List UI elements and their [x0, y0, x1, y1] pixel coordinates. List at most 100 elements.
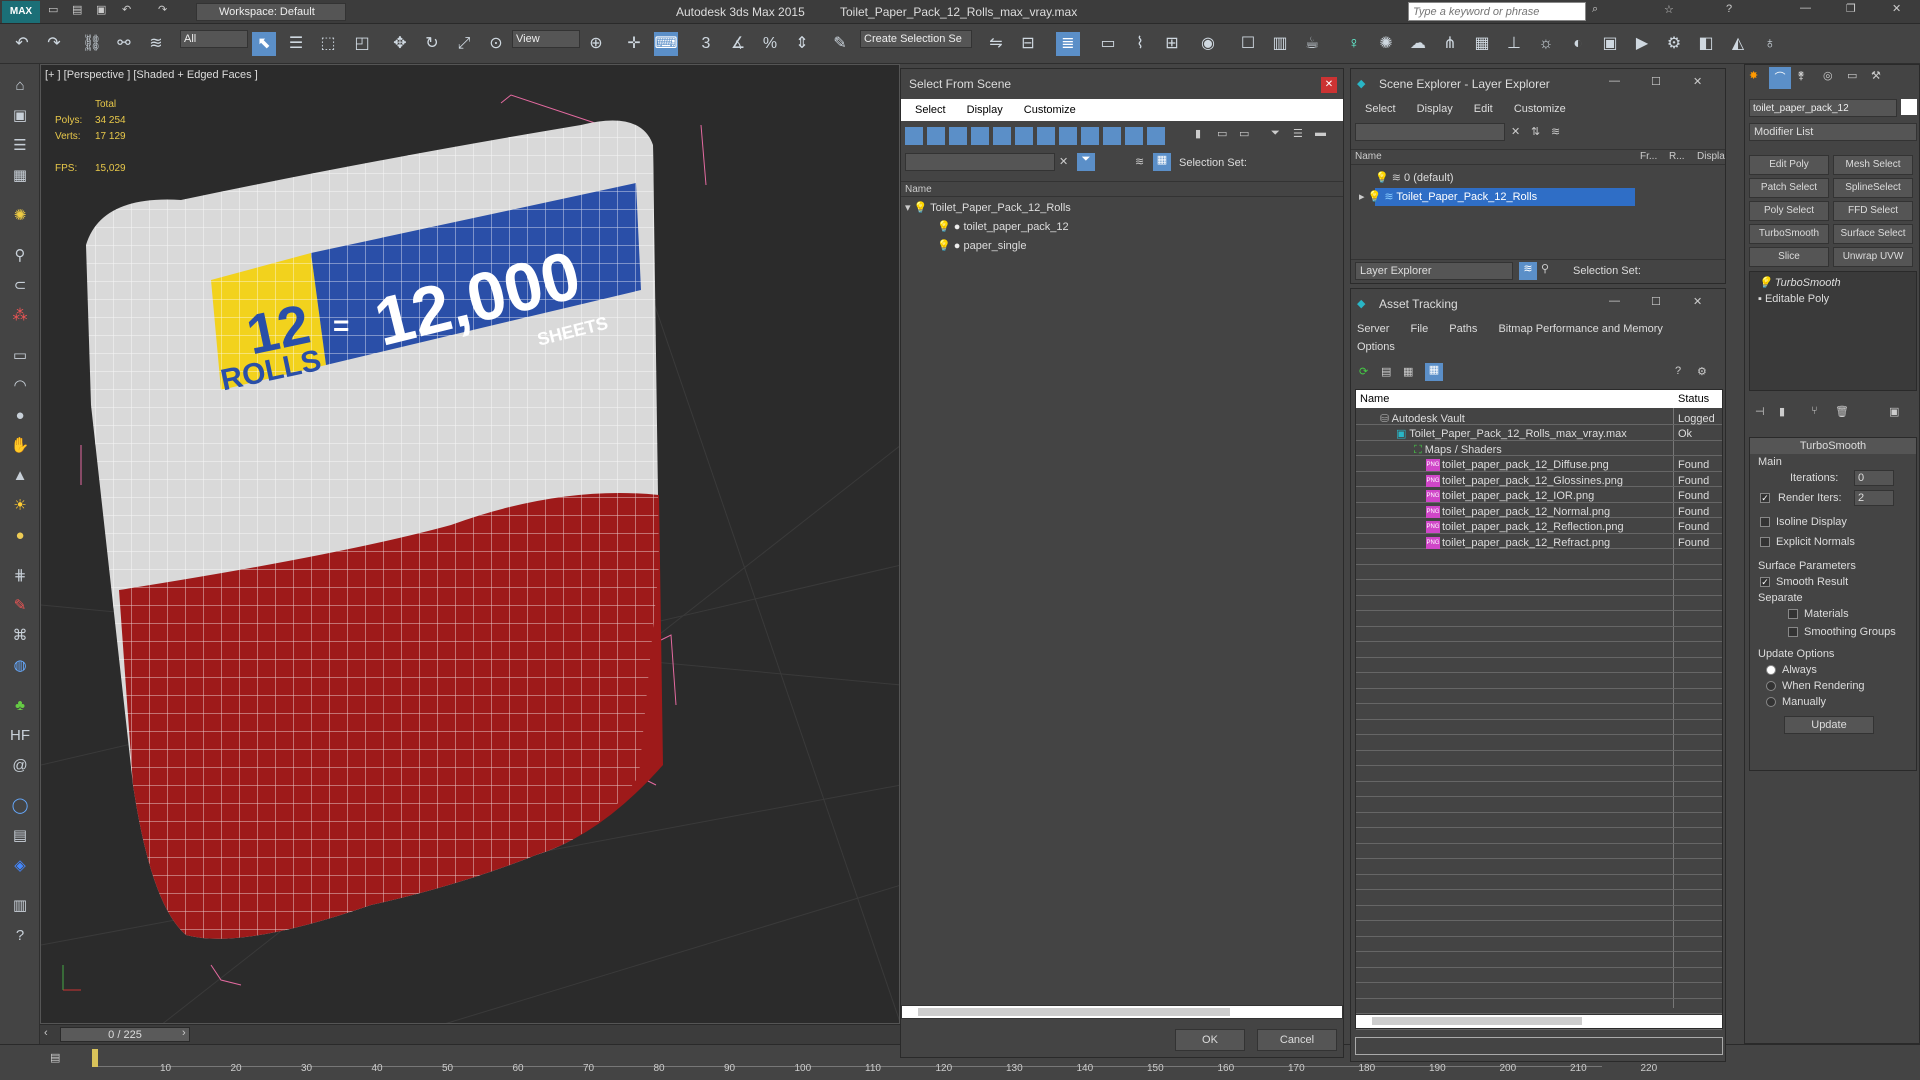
stack-item[interactable]: ▪ Editable Poly [1758, 290, 1829, 309]
close-icon[interactable]: ✕ [1892, 2, 1901, 15]
manually-radio[interactable]: Manually [1766, 696, 1826, 708]
move-icon[interactable]: ✥ [388, 32, 412, 56]
modifier-button[interactable]: Patch Select [1749, 178, 1829, 198]
tree-item[interactable]: 💡 ● toilet_paper_pack_12 [937, 218, 1069, 237]
filter-icon[interactable]: ⏷ [1271, 127, 1280, 140]
hand-icon[interactable]: ✋ [8, 434, 32, 458]
column-status[interactable]: Status [1678, 393, 1709, 405]
asset-path-field[interactable] [1355, 1037, 1723, 1055]
dome-icon[interactable]: ◠ [8, 374, 32, 398]
always-radio[interactable]: Always [1766, 664, 1817, 676]
vray-settings-icon[interactable]: ⚙ [1662, 32, 1686, 56]
plant-icon[interactable]: ♣ [8, 694, 32, 718]
expand-icon[interactable]: ▪ [1758, 293, 1765, 305]
bone-icon[interactable]: ⊂ [8, 274, 32, 298]
update-button[interactable]: Update [1784, 716, 1874, 734]
keyboard-shortcut-icon[interactable]: ⌨ [654, 32, 678, 56]
tree-item[interactable]: ▾ 💡 Toilet_Paper_Pack_12_Rolls [905, 199, 1071, 218]
clear-find-icon[interactable]: ✕ [1059, 155, 1068, 168]
invert-icon[interactable]: ▮ [1195, 127, 1201, 140]
mini-curve-icon[interactable]: ▤ [50, 1051, 60, 1064]
rect-selection-icon[interactable]: ⬚ [316, 32, 340, 56]
undo-icon[interactable]: ↶ [10, 32, 34, 56]
modifier-button[interactable]: Edit Poly [1749, 155, 1829, 175]
redo-icon[interactable]: ↷ [42, 32, 66, 56]
skin-icon[interactable]: ⚲ [8, 244, 32, 268]
planet-icon[interactable]: ◯ [8, 794, 32, 818]
perspective-viewport[interactable]: [+ ] [Perspective ] [Shaded + Edged Face… [40, 64, 900, 1024]
align-icon[interactable]: ⊟ [1016, 32, 1040, 56]
star-icon[interactable]: ☆ [1664, 3, 1674, 16]
maximize-icon[interactable]: ❐ [1846, 2, 1856, 15]
sort-icon[interactable]: ⇅ [1531, 125, 1540, 138]
hf-icon[interactable]: HF [8, 724, 32, 748]
light-bulb-icon[interactable]: 💡 [1758, 277, 1775, 289]
light-bulb-icon[interactable]: 💡 [937, 221, 951, 233]
scene-explorer-find-input[interactable] [1355, 123, 1505, 141]
rendered-frame-icon[interactable]: ▥ [1268, 32, 1292, 56]
list-icon[interactable]: ☰ [8, 134, 32, 158]
column-name[interactable]: Name [901, 181, 1343, 197]
light-icon[interactable]: ✺ [8, 204, 32, 228]
column-display[interactable]: Displa... [1697, 151, 1725, 162]
ok-button[interactable]: OK [1175, 1029, 1245, 1051]
cone-icon[interactable]: ▲ [8, 464, 32, 488]
light-bulb-icon[interactable]: 💡 [937, 240, 951, 252]
asset-row[interactable]: PNG toilet_paper_pack_12_Refract.png [1426, 534, 1610, 553]
settings-icon[interactable]: ⚙ [1697, 365, 1707, 378]
find-filter-icon[interactable]: ⏷ [1077, 153, 1095, 171]
vray-material-icon[interactable]: ◧ [1694, 32, 1718, 56]
menu-select[interactable]: Select [915, 104, 946, 116]
modifier-list-dropdown[interactable]: Modifier List [1749, 123, 1917, 141]
render-icon[interactable]: ☕ [1300, 32, 1324, 56]
current-frame-marker[interactable] [92, 1049, 98, 1067]
place-icon[interactable]: ⊙ [484, 32, 508, 56]
explicit-normals-checkbox[interactable]: Explicit Normals [1760, 536, 1855, 548]
menu-customize[interactable]: Customize [1024, 104, 1076, 116]
light-bulb-icon[interactable]: 💡 [1375, 172, 1389, 184]
menu-server[interactable]: Server [1357, 323, 1389, 335]
clear-find-icon[interactable]: ✕ [1511, 125, 1520, 138]
vray-toggle-icon[interactable]: ◭ [1726, 32, 1750, 56]
utilities-tab-icon[interactable]: ⚒ [1871, 69, 1881, 82]
layer-row[interactable]: 💡 ≋ 0 (default) [1375, 169, 1454, 188]
layer-explorer-icon[interactable]: ≣ [1056, 32, 1080, 56]
maximize-icon[interactable]: ☐ [1651, 75, 1661, 88]
vray-render-icon[interactable]: ▶ [1630, 32, 1654, 56]
time-next-icon[interactable]: › [182, 1027, 186, 1039]
modifier-button[interactable]: SplineSelect [1833, 178, 1913, 198]
snap-toggle-icon[interactable]: 3 [694, 32, 718, 56]
time-prev-icon[interactable]: ‹ [44, 1027, 48, 1039]
binoculars-icon[interactable]: ⌕ [1592, 3, 1598, 16]
column-freeze[interactable]: Fr... [1640, 151, 1657, 162]
link-icon[interactable]: ⛓ [80, 32, 104, 56]
spiral-icon[interactable]: @ [8, 754, 32, 778]
brush-icon[interactable]: ✎ [8, 594, 32, 618]
ball-icon[interactable]: ● [8, 524, 32, 548]
render-setup-icon[interactable]: ☐ [1236, 32, 1260, 56]
mirror-icon[interactable]: ⇋ [984, 32, 1008, 56]
sphere-icon[interactable]: ● [8, 404, 32, 428]
schematic-view-icon[interactable]: ⊞ [1160, 32, 1184, 56]
select-none-icon[interactable]: ▭ [1239, 127, 1249, 140]
explorer-type-dropdown[interactable]: Layer Explorer [1355, 262, 1513, 280]
material-editor-icon[interactable]: ◉ [1196, 32, 1220, 56]
vray-plane-icon[interactable]: ⊥ [1502, 32, 1526, 56]
select-by-name-icon[interactable]: ☰ [284, 32, 308, 56]
selection-set-icon[interactable]: ▦ [1153, 153, 1171, 171]
window-crossing-icon[interactable]: ◰ [350, 32, 374, 56]
help-icon[interactable]: ? [1726, 3, 1732, 15]
maximize-icon[interactable]: ☐ [1651, 295, 1661, 308]
hierarchy-toggle-icon[interactable]: ⚲ [1541, 262, 1549, 275]
percent-snap-icon[interactable]: % [758, 32, 782, 56]
menu-paths[interactable]: Paths [1449, 323, 1477, 335]
redo-icon[interactable]: ↷ [158, 3, 167, 16]
minimize-icon[interactable]: — [1609, 75, 1620, 87]
smooth-result-checkbox[interactable]: ✓ Smooth Result [1760, 576, 1848, 588]
select-object-icon[interactable]: ⬉ [252, 32, 276, 56]
light-bulb-icon[interactable]: 💡 [914, 202, 928, 214]
refresh-icon[interactable]: ⟳ [1359, 365, 1368, 378]
object-color-swatch[interactable] [1901, 99, 1917, 115]
hierarchy-tab-icon[interactable]: ⚵ [1797, 69, 1805, 82]
modifier-button[interactable]: Unwrap UVW [1833, 247, 1913, 267]
